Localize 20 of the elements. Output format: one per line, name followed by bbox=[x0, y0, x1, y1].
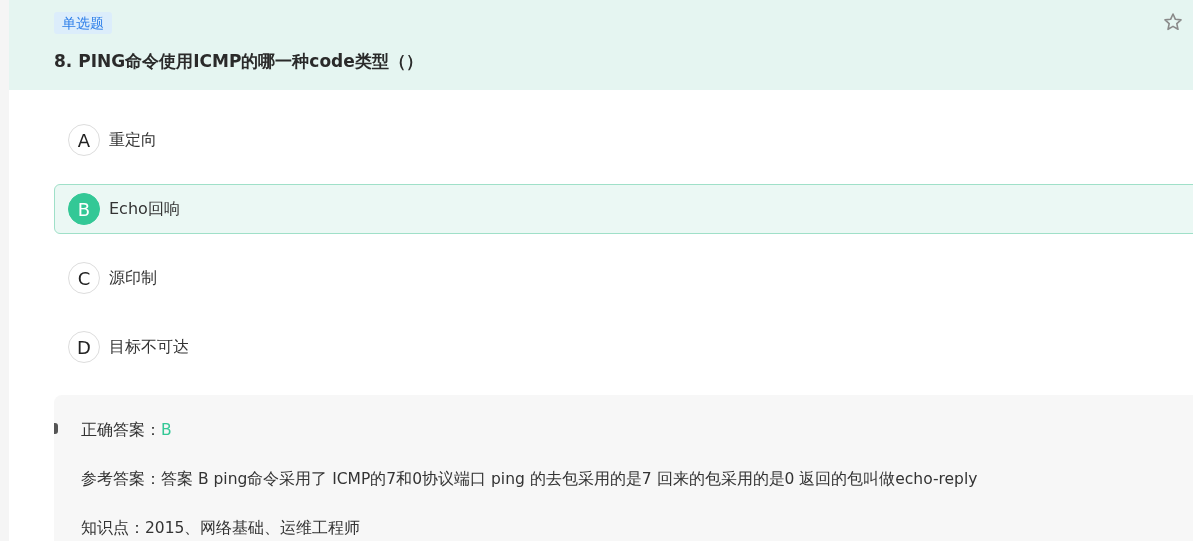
option-text: 源印制 bbox=[109, 267, 157, 289]
option-text: Echo回响 bbox=[109, 198, 180, 220]
answer-option[interactable]: A 重定向 bbox=[54, 115, 1193, 165]
option-letter: D bbox=[68, 331, 100, 363]
panel-marker bbox=[54, 423, 58, 434]
option-letter: A bbox=[68, 124, 100, 156]
reference-answer: 参考答案：答案 B ping命令采用了 ICMP的7和0协议端口 ping 的去包采用的是7 回来的包采用的是0 返回的包叫做echo-reply bbox=[81, 469, 979, 490]
correct-answer-value: B bbox=[161, 421, 172, 439]
answer-option[interactable]: D 目标不可达 bbox=[54, 322, 1193, 372]
answer-option[interactable]: C 源印制 bbox=[54, 253, 1193, 303]
option-letter: B bbox=[68, 193, 100, 225]
option-letter: C bbox=[68, 262, 100, 294]
answer-option[interactable]: B Echo回响 bbox=[54, 184, 1193, 234]
knowledge-points: 知识点：2015、网络基础、运维工程师 bbox=[81, 518, 362, 539]
question-title: 8. PING命令使用ICMP的哪一种code类型（） bbox=[54, 50, 423, 73]
option-text: 目标不可达 bbox=[109, 336, 189, 358]
option-text: 重定向 bbox=[109, 129, 157, 151]
correct-answer-label: 正确答案： bbox=[81, 421, 161, 439]
star-icon[interactable] bbox=[1163, 12, 1183, 32]
question-type-tag: 单选题 bbox=[54, 12, 112, 34]
